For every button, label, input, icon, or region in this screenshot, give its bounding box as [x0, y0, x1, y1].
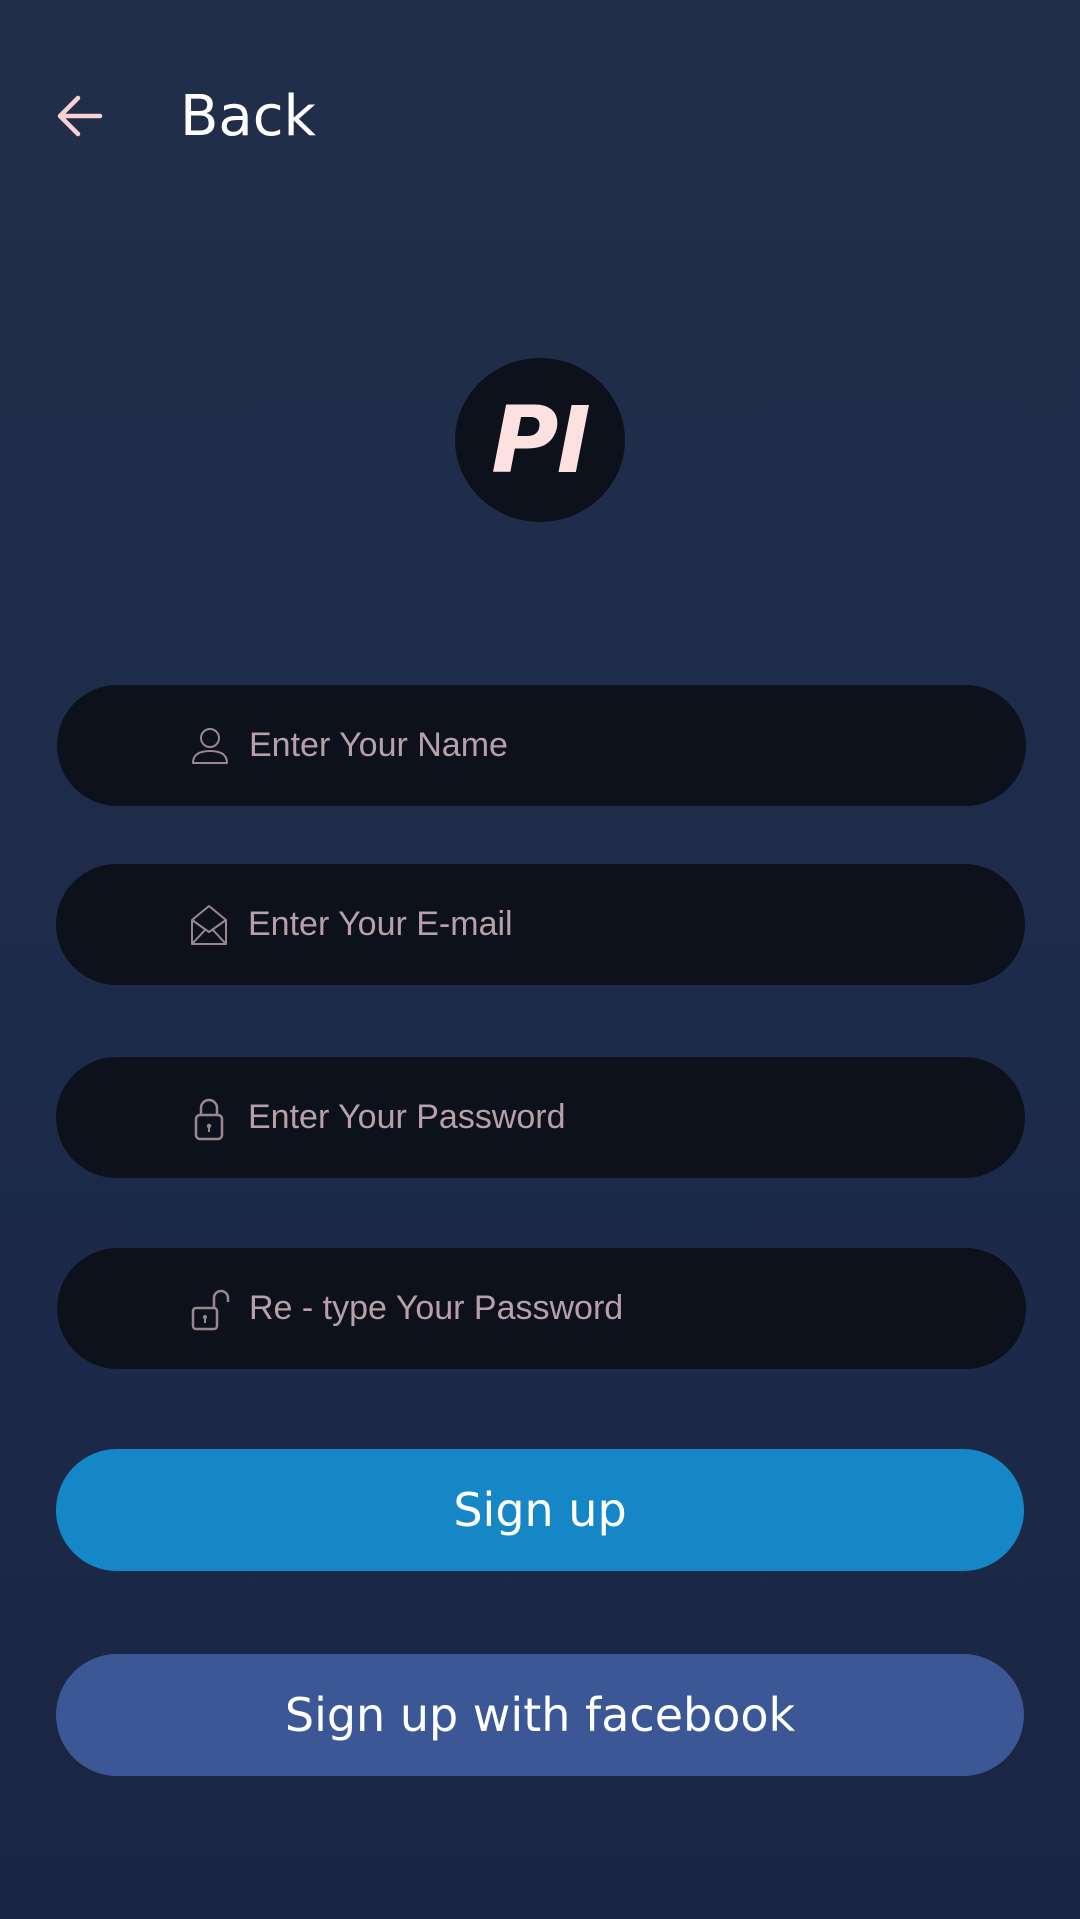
retype-password-field[interactable] [57, 1248, 1026, 1369]
name-input[interactable] [249, 685, 989, 806]
lock-icon [186, 1095, 232, 1141]
facebook-signup-button[interactable]: Sign up with facebook [56, 1654, 1024, 1776]
password-input[interactable] [248, 1057, 988, 1178]
unlock-icon [187, 1286, 233, 1332]
email-field[interactable] [56, 864, 1025, 985]
signup-button[interactable]: Sign up [56, 1449, 1024, 1571]
app-logo: PI [455, 358, 625, 522]
email-input[interactable] [248, 864, 988, 985]
retype-password-input[interactable] [249, 1248, 989, 1369]
user-icon [187, 723, 233, 769]
top-bar: Back [0, 70, 1080, 162]
back-link[interactable]: Back [180, 84, 316, 149]
envelope-icon [186, 902, 232, 948]
name-field[interactable] [57, 685, 1026, 806]
logo-text: PI [491, 386, 591, 494]
password-field[interactable] [56, 1057, 1025, 1178]
arrow-left-icon[interactable] [56, 92, 104, 140]
